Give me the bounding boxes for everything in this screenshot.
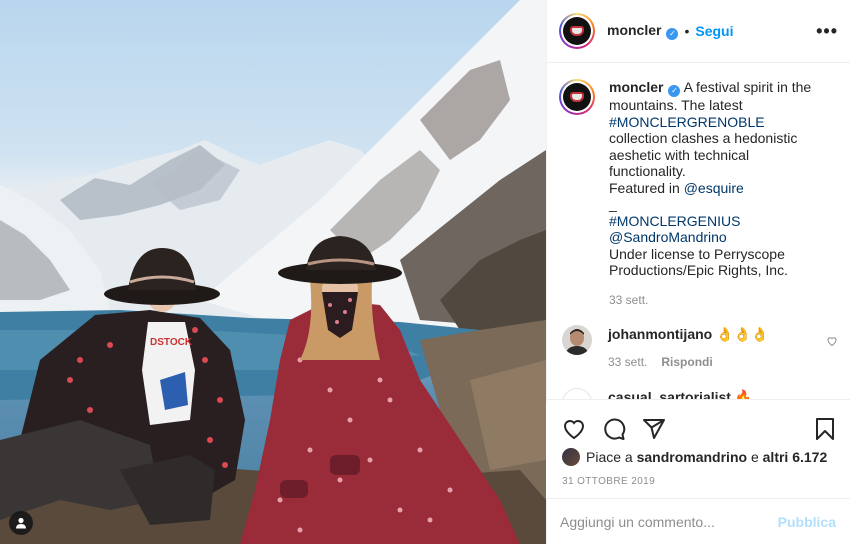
photo-scene: DSTOCK: [0, 0, 546, 544]
likes-joiner: e: [750, 449, 759, 465]
header-username-text[interactable]: moncler: [607, 22, 661, 38]
likes-row: Piace a sandromandrino e altri 6.172: [546, 448, 850, 466]
comment-item: casual_sartorialist 🔥: [559, 388, 838, 400]
caption-text: moncler ✓ A festival spirit in the mounta…: [609, 79, 819, 308]
caption-underscore: _: [609, 196, 617, 212]
caption-time[interactable]: 33 sett.: [609, 293, 648, 307]
caption-license: Under license to Perryscope Productions/…: [609, 245, 788, 279]
caption: moncler ✓ A festival spirit in the mounta…: [559, 79, 838, 308]
mention-esquire[interactable]: @esquire: [684, 180, 744, 196]
likes-prefix: Piace a: [586, 449, 633, 465]
publish-button[interactable]: Pubblica: [778, 514, 836, 530]
post-photo[interactable]: DSTOCK: [0, 0, 546, 544]
svg-text:DSTOCK: DSTOCK: [150, 337, 193, 348]
heart-icon[interactable]: [826, 335, 838, 347]
account-avatar[interactable]: [559, 13, 595, 49]
verified-badge-icon: ✓: [666, 28, 679, 40]
comment-icon[interactable]: [602, 417, 626, 441]
hashtag-monclergenius[interactable]: #MONCLERGENIUS: [609, 213, 740, 229]
bookmark-icon[interactable]: [814, 417, 836, 441]
caption-featured-prefix: Featured in: [609, 179, 680, 196]
liker-username[interactable]: sandromandrino: [637, 449, 747, 465]
heart-icon[interactable]: [826, 398, 838, 400]
comment-text: 👌👌👌: [716, 326, 769, 342]
comment-text: 🔥: [734, 389, 753, 400]
comment-username[interactable]: johanmontijano: [608, 326, 712, 342]
more-options-icon[interactable]: •••: [816, 21, 838, 42]
post-header: moncler ✓ • Segui •••: [547, 0, 850, 63]
comment-meta: 33 sett. Rispondi: [608, 353, 768, 371]
share-icon[interactable]: [642, 417, 666, 441]
caption-meta: 33 sett.: [609, 292, 819, 309]
moncler-logo: [563, 83, 591, 111]
commenter-photo: [562, 325, 592, 355]
comment-input[interactable]: [560, 513, 778, 530]
comment-item: johanmontijano 👌👌👌 33 sett. Rispondi: [559, 325, 838, 371]
follow-button[interactable]: Segui: [695, 23, 733, 39]
header-username[interactable]: moncler ✓: [607, 22, 679, 40]
action-bar: [546, 402, 850, 446]
user-tag-button[interactable]: [9, 511, 33, 535]
hashtag-monclergrenoble[interactable]: #MONCLERGRENOBLE: [609, 114, 765, 130]
post-date[interactable]: 31 OTTOBRE 2019: [546, 476, 850, 487]
comment-avatar[interactable]: [562, 325, 592, 355]
user-tag-icon: [16, 517, 26, 529]
mention-sandromandrino[interactable]: @SandroMandrino: [609, 229, 727, 245]
caption-avatar[interactable]: [559, 79, 595, 115]
casual-sartorialist-logo: [563, 389, 591, 400]
comment-avatar[interactable]: [562, 388, 592, 400]
comment-body: casual_sartorialist 🔥: [608, 388, 753, 400]
caption-line2: collection clashes a hedonistic aeshetic…: [609, 130, 798, 179]
likes-others-button[interactable]: altri 6.172: [763, 449, 828, 465]
caption-username[interactable]: moncler: [609, 79, 663, 95]
moncler-logo: [563, 17, 591, 45]
add-comment-bar: Pubblica: [546, 498, 850, 544]
comment-username[interactable]: casual_sartorialist: [608, 389, 731, 399]
header-separator: •: [684, 23, 690, 39]
heart-icon[interactable]: [562, 417, 586, 441]
reply-button[interactable]: Rispondi: [661, 355, 712, 369]
comment-body: johanmontijano 👌👌👌 33 sett. Rispondi: [608, 325, 768, 371]
liker-avatar[interactable]: [562, 448, 580, 466]
comments-section[interactable]: moncler ✓ A festival spirit in the mounta…: [547, 63, 850, 400]
verified-badge-icon: ✓: [668, 85, 681, 97]
comment-time[interactable]: 33 sett.: [608, 355, 647, 369]
post-actions: Piace a sandromandrino e altri 6.172 31 …: [546, 402, 850, 498]
